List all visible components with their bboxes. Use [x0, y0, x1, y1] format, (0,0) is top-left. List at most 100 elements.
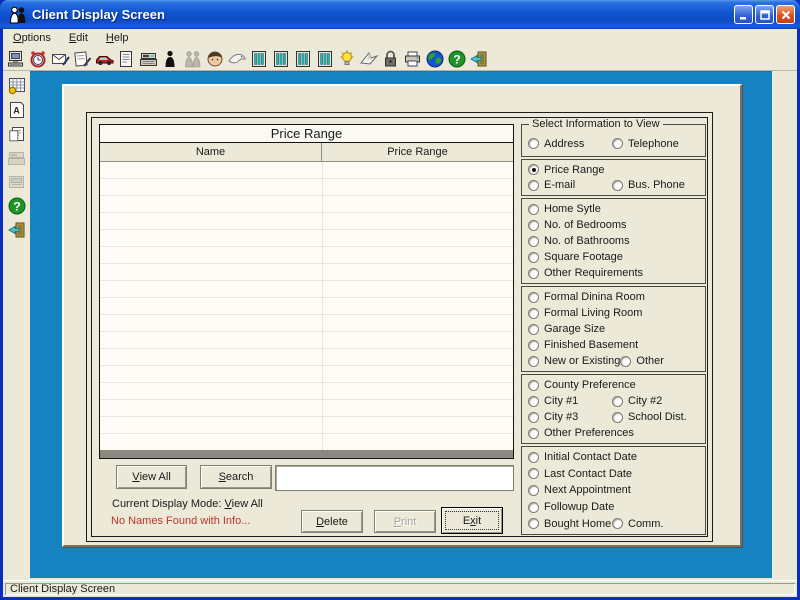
radio-circle	[528, 396, 539, 407]
table-row[interactable]	[100, 196, 513, 213]
help-icon[interactable]: ?	[446, 48, 468, 70]
radio-bus-phone[interactable]: Bus. Phone	[612, 179, 685, 191]
table-row[interactable]	[100, 162, 513, 179]
lock-icon[interactable]	[380, 48, 402, 70]
radio-label: Telephone	[628, 138, 679, 150]
exit-button[interactable]: Exit	[441, 507, 503, 534]
door-icon[interactable]	[292, 48, 314, 70]
delete-button[interactable]: Delete	[301, 510, 363, 533]
notes-icon[interactable]	[72, 48, 94, 70]
info-group-3: Home Sytle No. of Bedrooms No. of Bathroom…	[521, 198, 706, 284]
radio-initial-contact-date[interactable]: Initial Contact Date	[528, 451, 637, 463]
search-button[interactable]: Search	[200, 465, 272, 489]
register-disabled-icon[interactable]	[6, 147, 28, 168]
table-row[interactable]	[100, 298, 513, 315]
info-group-1: Select Information to ViewAddressTelepho…	[521, 124, 706, 157]
radio-other-preferences[interactable]: Other Preferences	[528, 427, 634, 439]
bulb-icon[interactable]	[336, 48, 358, 70]
radio-city-3[interactable]: City #3	[528, 411, 612, 423]
document-disabled-icon[interactable]	[6, 171, 28, 192]
radio-no-of-bathrooms[interactable]: No. of Bathrooms	[528, 235, 630, 247]
radio-city-2[interactable]: City #2	[612, 395, 662, 407]
radio-formal-living-room[interactable]: Formal Living Room	[528, 307, 642, 319]
door-icon[interactable]	[270, 48, 292, 70]
view-all-button[interactable]: View All	[116, 465, 187, 489]
exit-icon[interactable]	[6, 219, 28, 240]
radio-no-of-bedrooms[interactable]: No. of Bedrooms	[528, 219, 627, 231]
help-icon[interactable]: ?	[6, 195, 28, 216]
font-a-icon[interactable]: A	[6, 99, 28, 120]
radio-followup-date[interactable]: Followup Date	[528, 501, 614, 513]
grid-coin-icon[interactable]	[6, 75, 28, 96]
table-row[interactable]	[100, 213, 513, 230]
radio-label: Price Range	[544, 164, 605, 176]
table-row[interactable]	[100, 315, 513, 332]
radio-price-range[interactable]: Price Range	[528, 164, 605, 176]
register-icon[interactable]	[138, 48, 160, 70]
printer-icon[interactable]	[402, 48, 424, 70]
radio-other[interactable]: Other	[620, 355, 664, 367]
radio-last-contact-date[interactable]: Last Contact Date	[528, 468, 632, 480]
radio-e-mail[interactable]: E-mail	[528, 179, 612, 191]
table-row[interactable]	[100, 264, 513, 281]
table-row[interactable]	[100, 349, 513, 366]
close-button[interactable]	[776, 5, 795, 24]
svg-text:?: ?	[13, 199, 20, 213]
people-disabled-icon[interactable]	[182, 48, 204, 70]
table-row[interactable]	[100, 332, 513, 349]
document-icon[interactable]	[116, 48, 138, 70]
car-icon[interactable]	[94, 48, 116, 70]
person-icon[interactable]	[160, 48, 182, 70]
radio-new-or-existing[interactable]: New or Existing	[528, 355, 620, 367]
radio-other-requirements[interactable]: Other Requirements	[528, 267, 643, 279]
door-icon[interactable]	[314, 48, 336, 70]
radio-circle	[528, 324, 539, 335]
radio-address[interactable]: Address	[528, 138, 612, 150]
radio-bought-home[interactable]: Bought Home	[528, 518, 612, 530]
maximize-button[interactable]	[755, 5, 774, 24]
radio-home-sytle[interactable]: Home Sytle	[528, 203, 601, 215]
radio-next-appointment[interactable]: Next Appointment	[528, 484, 631, 496]
exit-icon[interactable]	[468, 48, 490, 70]
paper-icon[interactable]	[358, 48, 380, 70]
radio-garage-size[interactable]: Garage Size	[528, 323, 605, 335]
table-row[interactable]	[100, 383, 513, 400]
table-hscrollbar[interactable]	[100, 450, 513, 458]
table-row[interactable]	[100, 434, 513, 450]
print-button[interactable]: Print	[374, 510, 436, 533]
minimize-button[interactable]	[734, 5, 753, 24]
globe-icon[interactable]	[424, 48, 446, 70]
hand-icon[interactable]	[226, 48, 248, 70]
door-icon[interactable]	[248, 48, 270, 70]
search-input[interactable]	[275, 465, 514, 491]
menu-options[interactable]: Options	[11, 31, 53, 45]
radio-county-preference[interactable]: County Preference	[528, 379, 636, 391]
table-row[interactable]	[100, 247, 513, 264]
radio-city-1[interactable]: City #1	[528, 395, 612, 407]
menu-help[interactable]: Help	[104, 31, 131, 45]
radio-circle	[612, 518, 623, 529]
radio-finished-basement[interactable]: Finished Basement	[528, 339, 638, 351]
computer-icon[interactable]	[6, 48, 28, 70]
radio-formal-dinina-room[interactable]: Formal Dinina Room	[528, 291, 645, 303]
radio-comm[interactable]: Comm.	[612, 518, 663, 530]
radio-circle	[528, 428, 539, 439]
menu-edit[interactable]: Edit	[67, 31, 90, 45]
radio-circle	[620, 356, 631, 367]
clock-icon[interactable]	[28, 48, 50, 70]
table-row[interactable]	[100, 417, 513, 434]
radio-circle	[528, 468, 539, 479]
table-row[interactable]	[100, 179, 513, 196]
mail-icon[interactable]	[50, 48, 72, 70]
radio-school-dist[interactable]: School Dist.	[612, 411, 687, 423]
table-row[interactable]	[100, 281, 513, 298]
table-row[interactable]	[100, 400, 513, 417]
table-row[interactable]	[100, 230, 513, 247]
radio-square-footage[interactable]: Square Footage	[528, 251, 623, 263]
toolbar: ?	[3, 47, 797, 71]
face-icon[interactable]	[204, 48, 226, 70]
table-row[interactable]	[100, 366, 513, 383]
title-bar[interactable]: Client Display Screen	[0, 0, 800, 29]
radio-telephone[interactable]: Telephone	[612, 138, 679, 150]
clipboard-icon[interactable]	[6, 123, 28, 144]
